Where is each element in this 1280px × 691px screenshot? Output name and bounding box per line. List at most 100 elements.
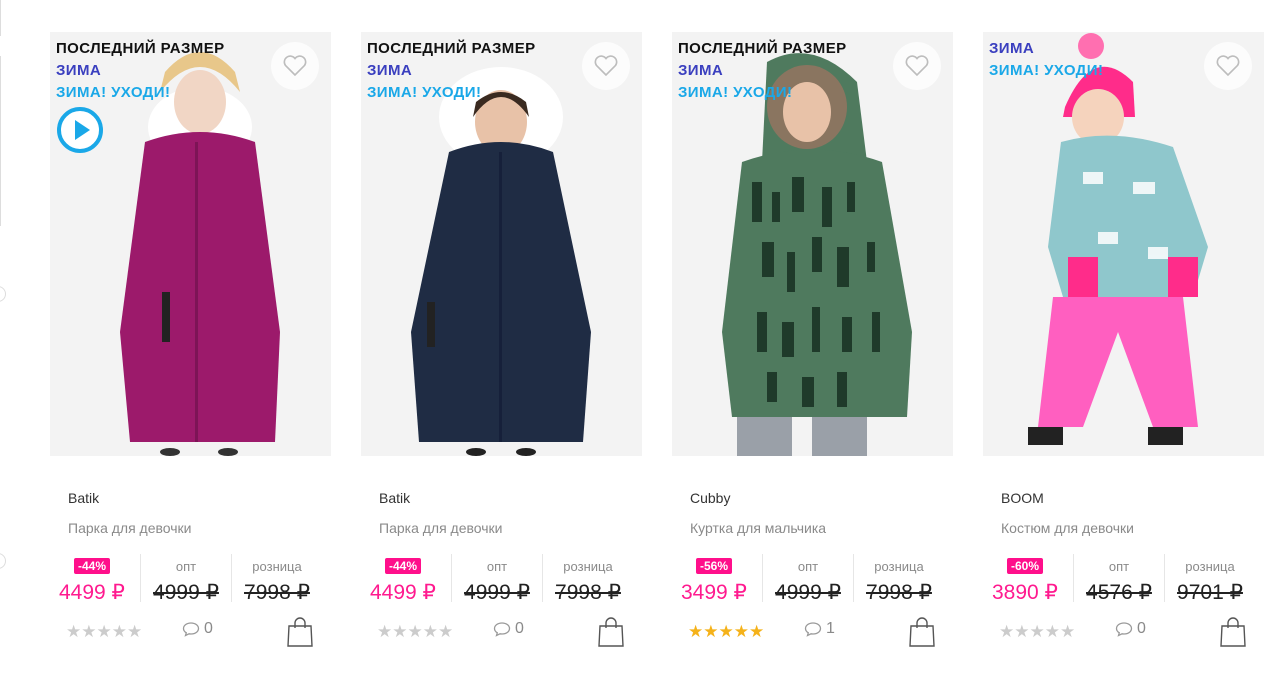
- rating-stars[interactable]: ★★★★★: [377, 622, 453, 642]
- left-edge-divider: [0, 56, 1, 226]
- shopping-bag-icon[interactable]: [1219, 616, 1247, 648]
- product-footer: ★★★★★ 0: [50, 616, 331, 656]
- label-winter: ЗИМА: [56, 62, 102, 79]
- product-card[interactable]: ПОСЛЕДНИЙ РАЗМЕР ЗИМА ЗИМА! УХОДИ! Batik…: [50, 32, 331, 656]
- product-image[interactable]: ЗИМА ЗИМА! УХОДИ!: [983, 32, 1264, 456]
- sale-price: 4499 ₽: [370, 581, 436, 604]
- comment-icon: [1115, 622, 1133, 637]
- product-footer: ★★★★★ 0: [361, 616, 642, 656]
- left-edge-divider: [0, 0, 1, 36]
- shopping-bag-icon[interactable]: [286, 616, 314, 648]
- heart-icon: [594, 55, 618, 77]
- discount-badge: -44%: [385, 558, 422, 574]
- retail-label: розница: [563, 559, 613, 574]
- label-winter: ЗИМА: [678, 62, 724, 79]
- favorite-button[interactable]: [582, 42, 630, 90]
- sale-price-col: -44% 4499 ₽: [50, 554, 140, 604]
- sale-price: 3890 ₽: [992, 581, 1058, 604]
- label-last-size: ПОСЛЕДНИЙ РАЗМЕР: [56, 40, 225, 57]
- product-brand[interactable]: Cubby: [690, 490, 953, 508]
- label-winter-sale: ЗИМА! УХОДИ!: [678, 84, 793, 101]
- price-block: -56% 3499 ₽ опт 4999 ₽ розница 7998 ₽: [672, 554, 953, 604]
- label-last-size: ПОСЛЕДНИЙ РАЗМЕР: [367, 40, 536, 57]
- wholesale-price-col: опт 4999 ₽: [762, 554, 853, 604]
- play-video-icon[interactable]: [56, 106, 104, 154]
- product-footer: ★★★★★ 0: [983, 616, 1264, 656]
- product-brand[interactable]: Batik: [68, 490, 331, 508]
- shopping-bag-icon[interactable]: [597, 616, 625, 648]
- retail-label: розница: [874, 559, 924, 574]
- left-edge-control[interactable]: [0, 286, 6, 302]
- rating-stars[interactable]: ★★★★★: [688, 622, 764, 642]
- product-brand[interactable]: BOOM: [1001, 490, 1264, 508]
- label-winter-sale: ЗИМА! УХОДИ!: [56, 84, 171, 101]
- product-grid: ПОСЛЕДНИЙ РАЗМЕР ЗИМА ЗИМА! УХОДИ! Batik…: [50, 32, 1264, 656]
- wholesale-price-col: опт 4576 ₽: [1073, 554, 1164, 604]
- heart-icon: [905, 55, 929, 77]
- retail-price: 7998 ₽: [866, 581, 932, 604]
- comments-value: 0: [515, 620, 524, 637]
- heart-icon: [283, 55, 307, 77]
- discount-badge: -44%: [74, 558, 111, 574]
- product-description[interactable]: Костюм для девочки: [1001, 520, 1264, 538]
- product-description[interactable]: Куртка для мальчика: [690, 520, 953, 538]
- wholesale-price: 4576 ₽: [1086, 581, 1152, 604]
- shopping-bag-icon[interactable]: [908, 616, 936, 648]
- product-image[interactable]: ПОСЛЕДНИЙ РАЗМЕР ЗИМА ЗИМА! УХОДИ!: [361, 32, 642, 456]
- product-description[interactable]: Парка для девочки: [379, 520, 642, 538]
- label-winter: ЗИМА: [367, 62, 413, 79]
- comments-count[interactable]: 0: [493, 620, 524, 638]
- comments-count[interactable]: 0: [182, 620, 213, 638]
- retail-label: розница: [1185, 559, 1235, 574]
- retail-price-col: розница 9701 ₽: [1164, 554, 1255, 604]
- label-winter-sale: ЗИМА! УХОДИ!: [367, 84, 482, 101]
- favorite-button[interactable]: [271, 42, 319, 90]
- sale-price-col: -60% 3890 ₽: [983, 554, 1073, 604]
- product-card[interactable]: ПОСЛЕДНИЙ РАЗМЕР ЗИМА ЗИМА! УХОДИ! Cubby…: [672, 32, 953, 656]
- comments-value: 1: [826, 620, 835, 637]
- retail-price-col: розница 7998 ₽: [853, 554, 944, 604]
- label-last-size: ПОСЛЕДНИЙ РАЗМЕР: [678, 40, 847, 57]
- price-block: -44% 4499 ₽ опт 4999 ₽ розница 7998 ₽: [361, 554, 642, 604]
- comments-count[interactable]: 1: [804, 620, 835, 638]
- retail-price-col: розница 7998 ₽: [231, 554, 322, 604]
- comment-icon: [182, 622, 200, 637]
- wholesale-price-col: опт 4999 ₽: [140, 554, 231, 604]
- sale-price: 3499 ₽: [681, 581, 747, 604]
- comment-icon: [493, 622, 511, 637]
- product-photo: [983, 32, 1264, 456]
- retail-label: розница: [252, 559, 302, 574]
- comments-value: 0: [1137, 620, 1146, 637]
- favorite-button[interactable]: [893, 42, 941, 90]
- favorite-button[interactable]: [1204, 42, 1252, 90]
- retail-price: 7998 ₽: [555, 581, 621, 604]
- wholesale-label: опт: [175, 559, 197, 574]
- product-brand[interactable]: Batik: [379, 490, 642, 508]
- wholesale-label: опт: [486, 559, 508, 574]
- wholesale-price-col: опт 4999 ₽: [451, 554, 542, 604]
- product-image[interactable]: ПОСЛЕДНИЙ РАЗМЕР ЗИМА ЗИМА! УХОДИ!: [50, 32, 331, 456]
- left-edge-control[interactable]: [0, 553, 6, 569]
- wholesale-price: 4999 ₽: [775, 581, 841, 604]
- product-image[interactable]: ПОСЛЕДНИЙ РАЗМЕР ЗИМА ЗИМА! УХОДИ!: [672, 32, 953, 456]
- product-footer: ★★★★★ 1: [672, 616, 953, 656]
- product-card[interactable]: ЗИМА ЗИМА! УХОДИ! BOOM Костюм для девочк…: [983, 32, 1264, 656]
- comments-count[interactable]: 0: [1115, 620, 1146, 638]
- sale-price: 4499 ₽: [59, 581, 125, 604]
- product-description[interactable]: Парка для девочки: [68, 520, 331, 538]
- wholesale-label: опт: [797, 559, 819, 574]
- product-labels: ПОСЛЕДНИЙ РАЗМЕР ЗИМА ЗИМА! УХОДИ!: [56, 38, 225, 104]
- retail-price-col: розница 7998 ₽: [542, 554, 633, 604]
- retail-price: 7998 ₽: [244, 581, 310, 604]
- comments-value: 0: [204, 620, 213, 637]
- product-card[interactable]: ПОСЛЕДНИЙ РАЗМЕР ЗИМА ЗИМА! УХОДИ! Batik…: [361, 32, 642, 656]
- product-labels: ЗИМА ЗИМА! УХОДИ!: [989, 38, 1103, 82]
- retail-price: 9701 ₽: [1177, 581, 1243, 604]
- wholesale-price: 4999 ₽: [153, 581, 219, 604]
- wholesale-label: опт: [1108, 559, 1130, 574]
- wholesale-price: 4999 ₽: [464, 581, 530, 604]
- rating-stars[interactable]: ★★★★★: [999, 622, 1075, 642]
- rating-stars[interactable]: ★★★★★: [66, 622, 142, 642]
- product-labels: ПОСЛЕДНИЙ РАЗМЕР ЗИМА ЗИМА! УХОДИ!: [678, 38, 847, 104]
- discount-badge: -60%: [1007, 558, 1044, 574]
